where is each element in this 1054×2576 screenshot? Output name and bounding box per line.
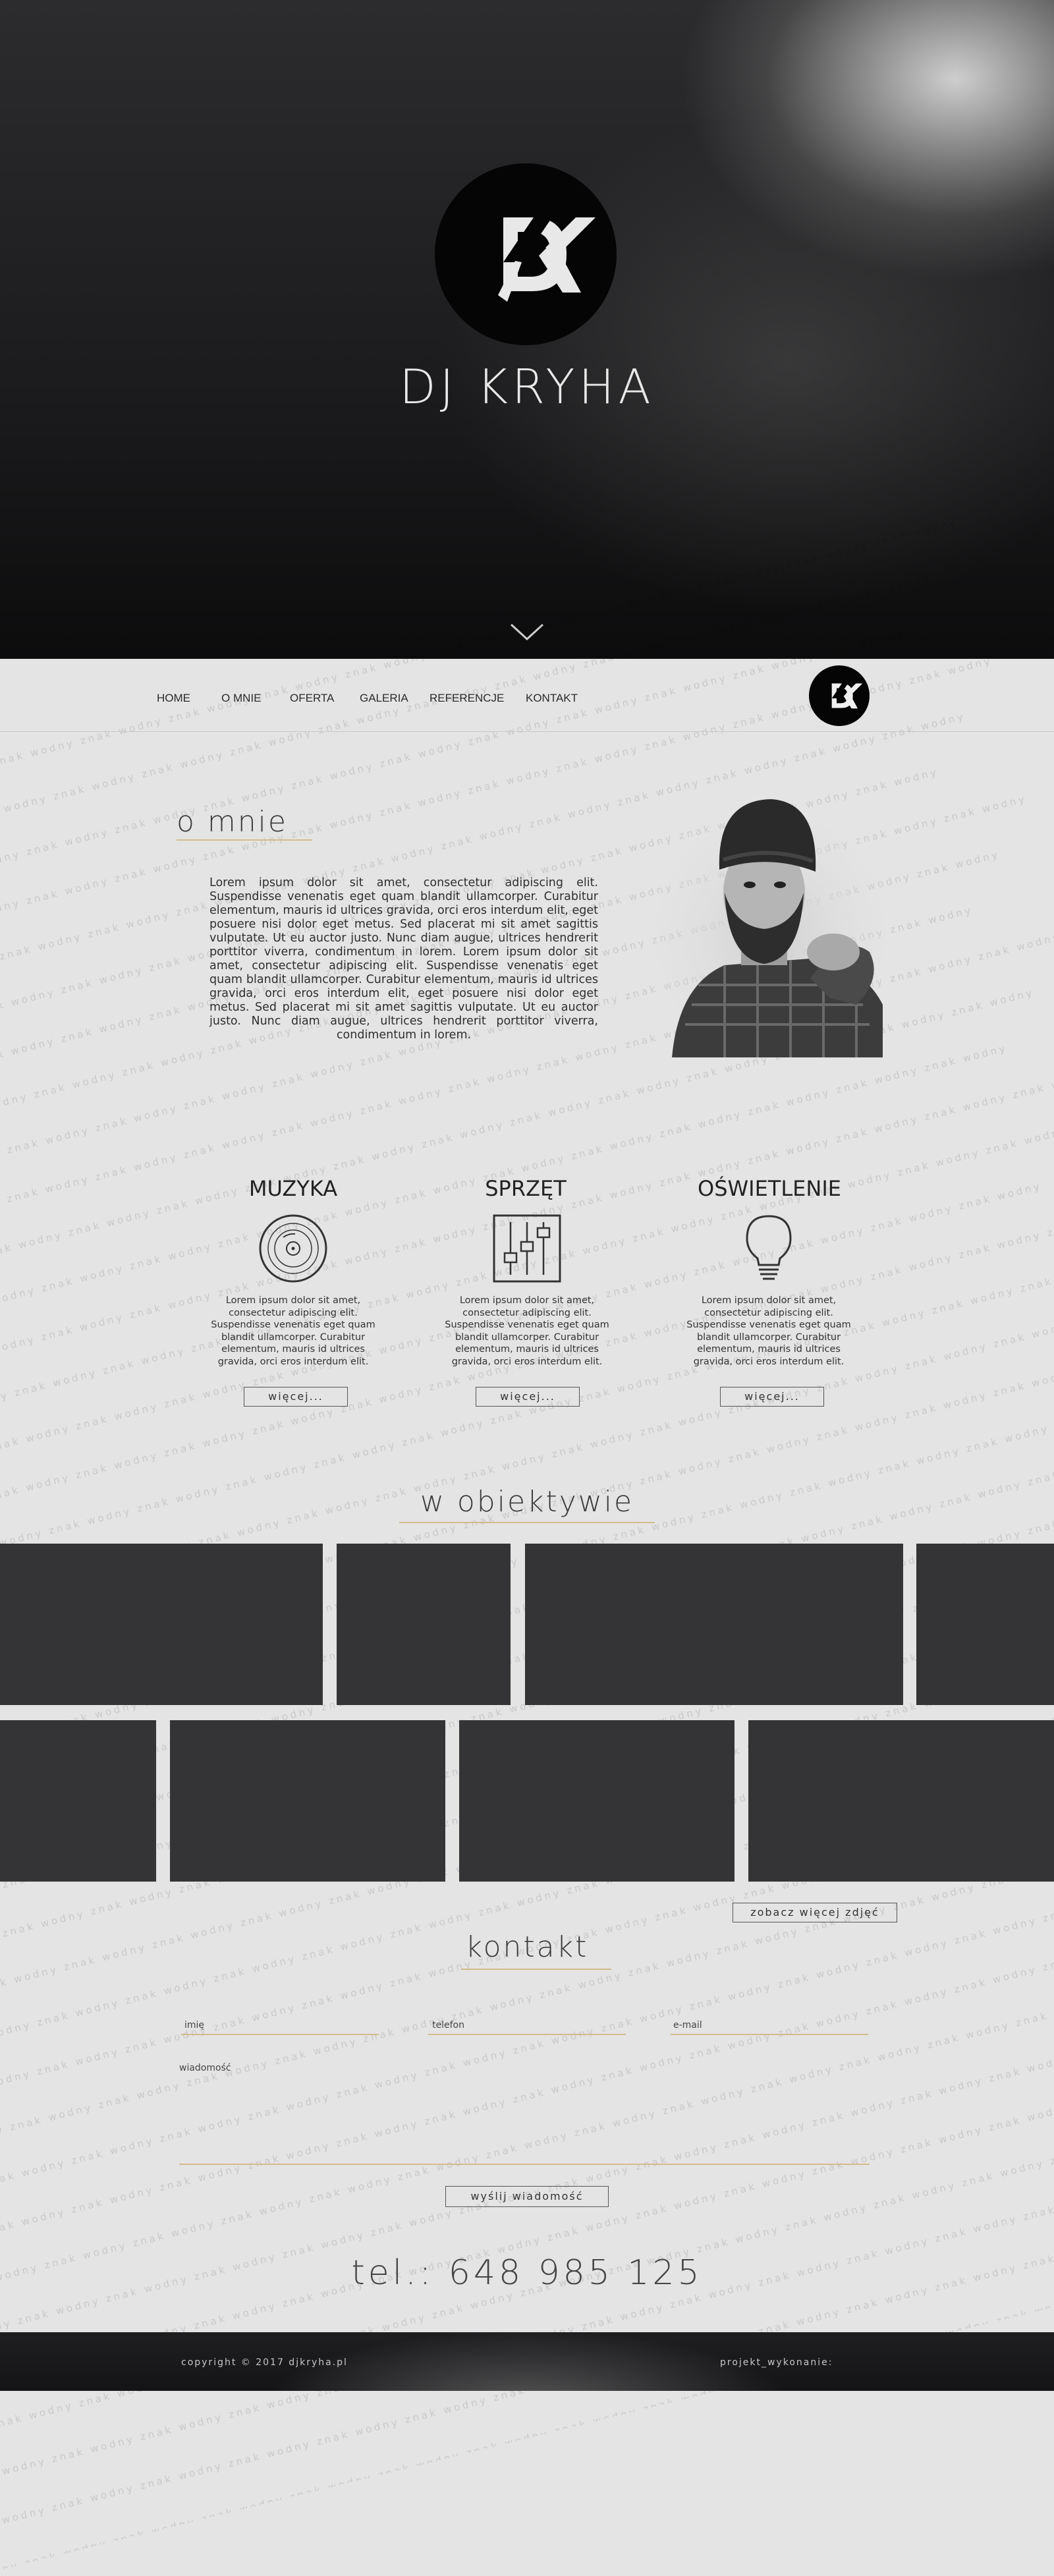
phone-label: telefon (432, 2020, 464, 2030)
gallery-photo-6[interactable] (170, 1720, 445, 1882)
name-field-line (181, 2034, 379, 2035)
music-more-button[interactable]: więcej... (244, 1387, 348, 1407)
gallery-photo-8[interactable] (748, 1720, 1054, 1882)
gallery-title-underline (399, 1522, 655, 1523)
lighting-more-button[interactable]: więcej... (720, 1387, 824, 1407)
email-field-line (671, 2034, 868, 2035)
phone-number: tel.: 648 985 125 (351, 2253, 703, 2293)
gallery-photo-7[interactable] (459, 1720, 735, 1882)
nav-item-contact[interactable]: KONTAKT (526, 692, 578, 705)
phone-field[interactable] (428, 2033, 628, 2048)
mixer-sliders-icon (491, 1212, 563, 1285)
contact-title-underline (461, 1969, 611, 1970)
gallery-photo-5[interactable] (0, 1720, 156, 1882)
service-title-lighting: OŚWIETLENIE (698, 1176, 841, 1201)
gallery-photo-1[interactable] (0, 1544, 323, 1705)
service-text-lighting: Lorem ipsum dolor sit amet, consectetur … (686, 1295, 851, 1367)
nav-item-offer[interactable]: OFERTA (290, 692, 334, 705)
name-field[interactable] (181, 2033, 381, 2048)
contact-title: kontakt (465, 1930, 589, 1964)
service-title-music: MUZYKA (248, 1176, 338, 1201)
email-label: e-mail (673, 2020, 702, 2030)
light-bulb-icon (733, 1212, 805, 1285)
footer-copyright: copyright © 2017 djkryha.pl (181, 2357, 348, 2368)
equipment-more-button[interactable]: więcej... (476, 1387, 580, 1407)
service-text-music: Lorem ipsum dolor sit amet, consectetur … (211, 1295, 375, 1367)
service-title-equipment: SPRZĘT (485, 1176, 567, 1201)
send-message-button[interactable]: wyślij wiadomość (445, 2186, 609, 2207)
gallery-photo-3[interactable] (525, 1544, 903, 1705)
footer-credit: projekt_wykonanie: (720, 2357, 833, 2368)
vinyl-record-icon (257, 1212, 329, 1285)
chevron-down-icon[interactable] (507, 619, 547, 643)
nav-item-gallery[interactable]: GALERIA (360, 692, 408, 705)
logo-mark-icon (831, 683, 863, 709)
nav-logo[interactable] (809, 665, 870, 726)
phone-field-line (428, 2034, 626, 2035)
nav-item-references[interactable]: REFERENCJE (430, 692, 504, 705)
about-title-underline (177, 839, 312, 841)
watermark-row: znak wodny znak wodny znak wodny znak wo… (0, 1124, 1054, 1487)
about-text: Lorem ipsum dolor sit amet, consectetur … (209, 876, 598, 1042)
logo-mark-icon (498, 217, 596, 302)
hero-logo (435, 163, 617, 345)
service-text-equipment: Lorem ipsum dolor sit amet, consectetur … (445, 1295, 609, 1367)
hero-title: DJ KRYHA (399, 359, 655, 414)
footer (0, 2332, 1054, 2391)
name-label: imię (184, 2020, 205, 2030)
gallery-photo-4[interactable] (916, 1544, 1054, 1705)
email-field[interactable] (671, 2033, 871, 2048)
nav-item-about[interactable]: O MNIE (221, 692, 261, 705)
message-field-line (179, 2164, 870, 2165)
message-field[interactable] (179, 2079, 872, 2160)
message-label: wiadomość (179, 2063, 231, 2073)
gallery-title: w obiektywie (420, 1485, 634, 1519)
more-photos-button[interactable]: zobacz więcej zdjęć (733, 1903, 897, 1922)
about-title: o mnie (177, 805, 288, 839)
dj-portrait-image (646, 787, 896, 1057)
gallery-photo-2[interactable] (337, 1544, 511, 1705)
nav-item-home[interactable]: HOME (157, 692, 190, 705)
